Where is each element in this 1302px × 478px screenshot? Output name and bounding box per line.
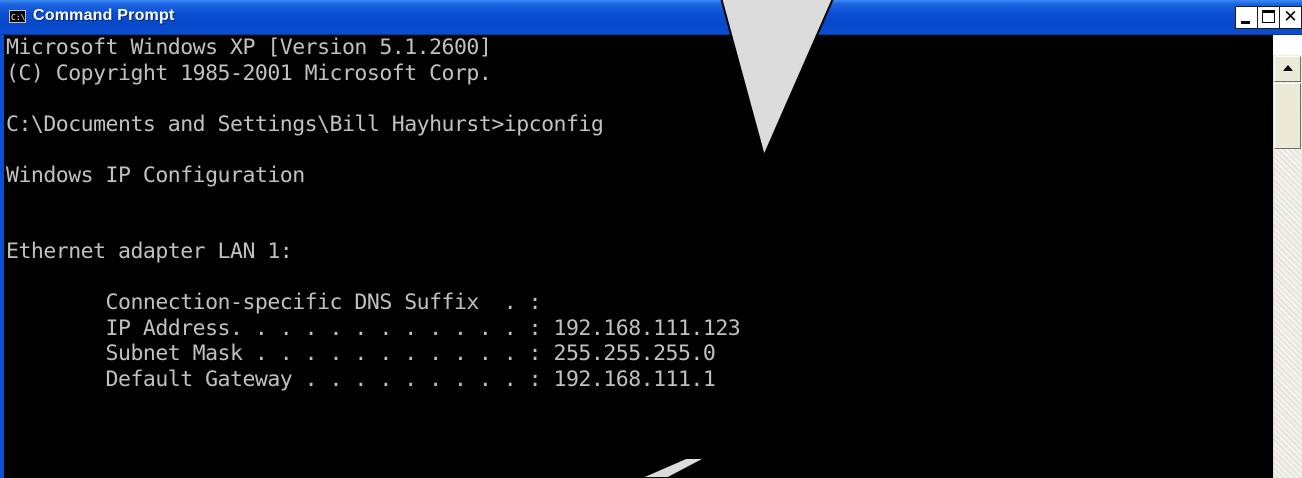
command-prompt-window: C:\ Command Prompt ✕ Microsoft Windows X… [0,0,1302,478]
scroll-up-button[interactable] [1274,56,1301,82]
maximize-icon [1262,10,1275,23]
window-title: Command Prompt [33,7,175,24]
console-line: Microsoft Windows XP [Version 5.1.2600] [6,35,492,60]
console-line: (C) Copyright 1985-2001 Microsoft Corp. [6,60,492,86]
console-line: Subnet Mask . . . . . . . . . . . : 255.… [6,341,716,366]
console-line: C:\Documents and Settings\Bill Hayhurst>… [6,111,604,137]
console-icon[interactable]: C:\ [9,10,26,23]
console-line: Default Gateway . . . . . . . . . : 192.… [6,366,716,392]
console-lines: Microsoft Windows XP [Version 5.1.2600] … [6,35,741,392]
up-arrow-icon [1283,65,1293,71]
console-line: Connection-specific DNS Suffix . : [6,290,542,315]
scrollbar-thumb[interactable] [1274,83,1301,149]
minimize-button[interactable] [1235,6,1258,29]
console-line: Windows IP Configuration [6,162,305,188]
title-bar[interactable]: C:\ Command Prompt ✕ [0,0,1302,35]
maximize-button[interactable] [1257,6,1280,29]
console-line: Ethernet adapter LAN 1: [6,239,293,264]
console-output-area[interactable]: Microsoft Windows XP [Version 5.1.2600] … [0,35,1273,478]
close-button[interactable]: ✕ [1279,6,1302,29]
close-icon: ✕ [1283,7,1298,27]
minimize-icon [1241,21,1250,24]
console-line: IP Address. . . . . . . . . . . . : 192.… [6,315,741,341]
